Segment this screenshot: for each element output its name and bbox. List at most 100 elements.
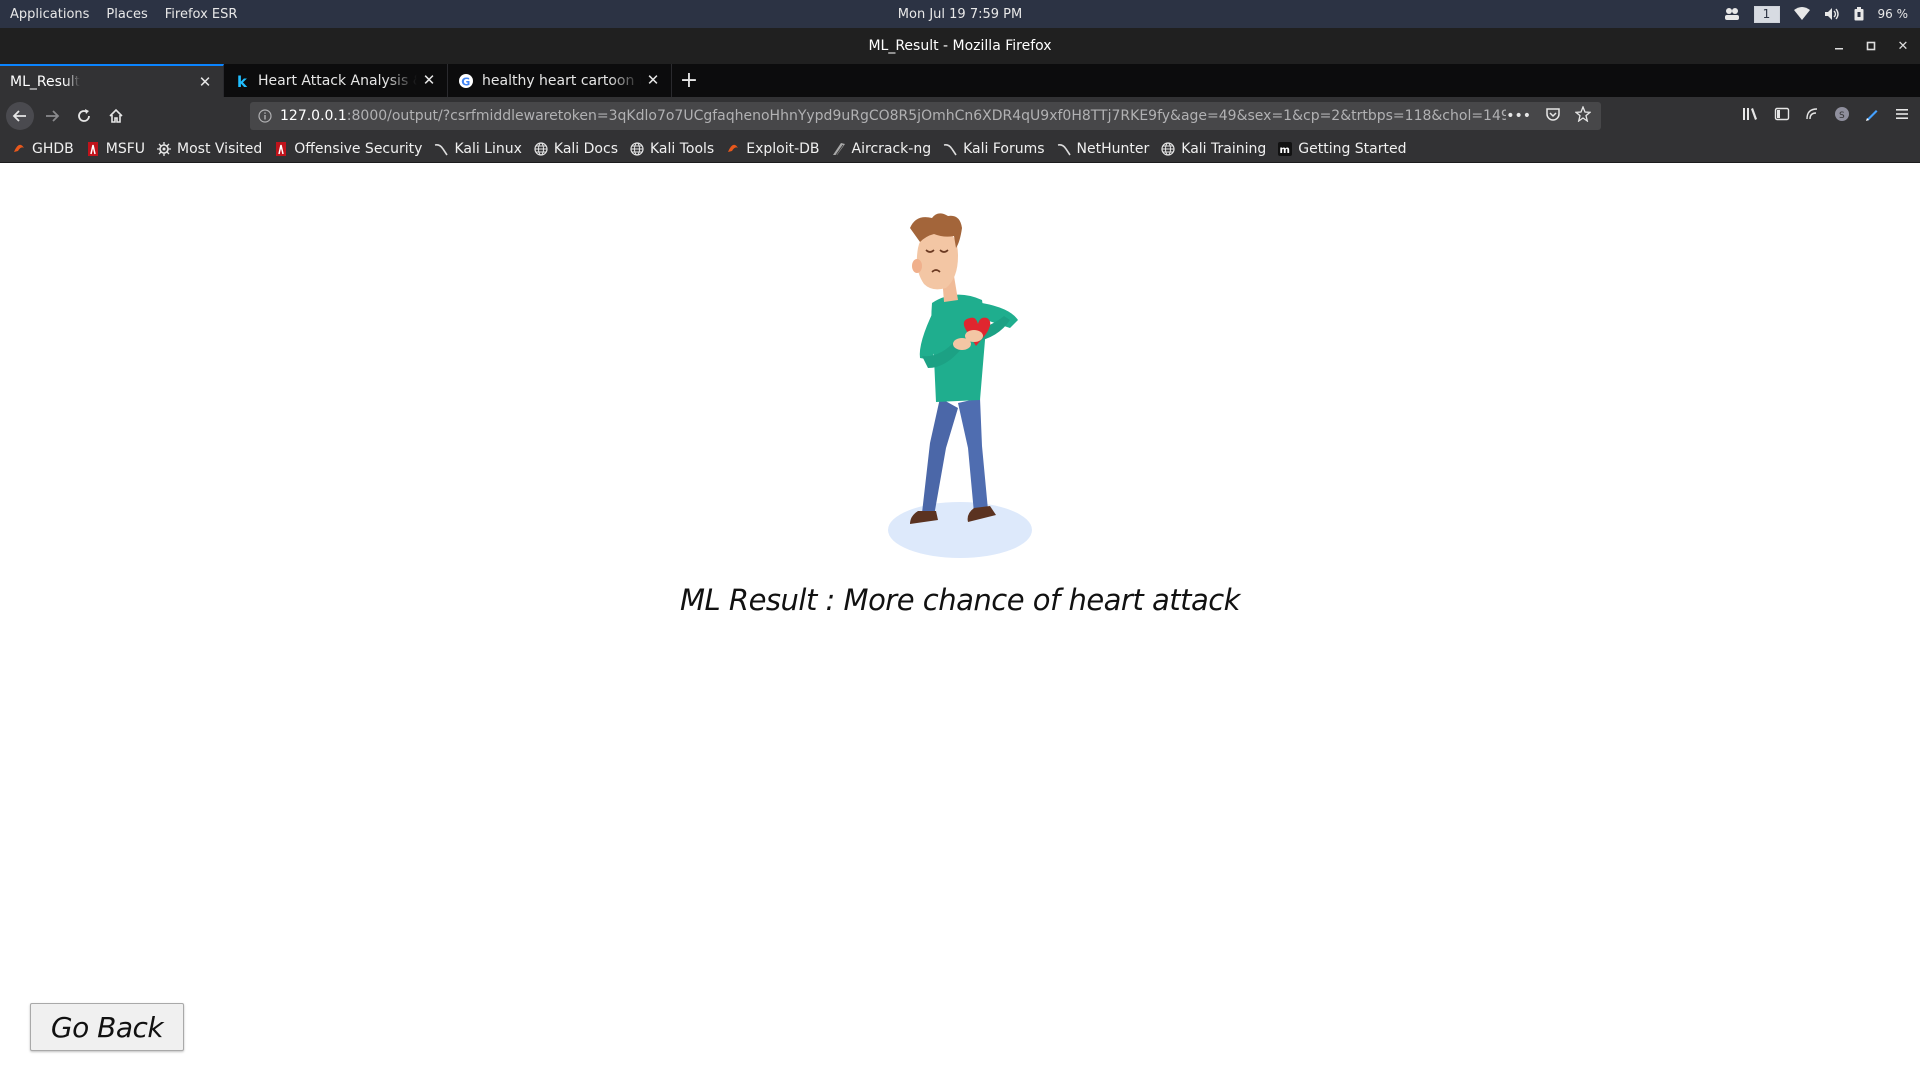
bookmark-label: GHDB <box>32 140 74 157</box>
bookmark-exploit-db[interactable]: Exploit-DB <box>726 140 820 157</box>
bookmark-getting-started[interactable]: m Getting Started <box>1278 140 1407 157</box>
bookmark-label: Kali Forums <box>963 140 1045 157</box>
globe-icon <box>630 141 644 156</box>
tab-close-icon[interactable]: ✕ <box>645 72 661 88</box>
page-actions-icon[interactable]: ••• <box>1506 108 1531 124</box>
site-info-icon[interactable] <box>250 109 280 123</box>
sidebar-icon[interactable] <box>1774 106 1790 126</box>
reload-button[interactable] <box>70 102 98 130</box>
heart-attack-man-illustration <box>888 213 1032 558</box>
svg-text:G: G <box>461 75 470 88</box>
library-icon[interactable] <box>1742 106 1760 126</box>
tab-ml-result[interactable]: ML_Result ✕ <box>0 64 224 97</box>
clock[interactable]: Mon Jul 19 7:59 PM <box>898 7 1022 22</box>
window-title: ML_Result - Mozilla Firefox <box>868 38 1052 54</box>
bookmark-label: NetHunter <box>1076 140 1150 157</box>
home-button[interactable] <box>102 102 130 130</box>
close-window-icon[interactable]: ✕ <box>1894 37 1912 55</box>
go-back-button[interactable]: Go Back <box>30 1003 184 1051</box>
svg-text:k: k <box>237 73 248 89</box>
bookmark-ghdb[interactable]: GHDB <box>12 141 74 157</box>
offsec-icon <box>87 141 98 156</box>
pocket-icon[interactable] <box>1545 107 1561 126</box>
bookmark-msfu[interactable]: MSFU <box>86 141 145 157</box>
back-button[interactable] <box>6 102 34 130</box>
window-title-bar: ML_Result - Mozilla Firefox ✕ <box>0 28 1920 64</box>
hamburger-menu-icon[interactable] <box>1894 106 1910 126</box>
bookmark-label: Kali Docs <box>553 140 618 157</box>
exploit-db-icon <box>728 144 739 152</box>
toolbar-right: S <box>1742 97 1910 135</box>
volume-icon[interactable] <box>1824 7 1840 21</box>
bookmark-most-visited[interactable]: Most Visited <box>157 141 262 157</box>
kali-dragon-icon <box>1057 143 1071 155</box>
url-actions: ••• <box>1506 105 1601 126</box>
tab-title: ML_Result <box>10 73 81 90</box>
bookmark-aircrack-ng[interactable]: Aircrack-ng <box>832 140 932 157</box>
bookmark-label: Kali Tools <box>650 140 715 157</box>
bookmark-label: Getting Started <box>1298 140 1407 157</box>
tab-strip: ML_Result ✕ k Heart Attack Analysis & P … <box>0 64 1920 97</box>
plus-icon: + <box>679 68 699 93</box>
workspace-indicator[interactable]: 1 <box>1753 5 1780 23</box>
system-menus: Applications Places Firefox ESR <box>0 7 254 22</box>
svg-text:m: m <box>1280 145 1290 156</box>
extension-icon[interactable] <box>1804 106 1820 126</box>
tab-close-icon[interactable]: ✕ <box>421 72 437 88</box>
tab-title: healthy heart cartoon ima <box>482 72 641 89</box>
globe-icon <box>1161 141 1175 156</box>
bookmark-label: Exploit-DB <box>746 140 820 157</box>
kaggle-icon: k <box>234 73 250 89</box>
forward-arrow-icon <box>46 110 60 122</box>
bookmark-kali-forums[interactable]: Kali Forums <box>943 140 1045 157</box>
people-icon[interactable] <box>1724 7 1740 21</box>
tab-heart-attack-analysis[interactable]: k Heart Attack Analysis & P ✕ <box>224 64 448 97</box>
pen-icon[interactable] <box>1864 106 1880 126</box>
system-top-bar: Applications Places Firefox ESR Mon Jul … <box>0 0 1920 28</box>
bookmark-label: Aircrack-ng <box>851 140 932 157</box>
bookmark-label: Kali Linux <box>454 140 522 157</box>
bookmarks-toolbar: GHDB MSFU Most Visited Offensive Securit… <box>0 135 1920 163</box>
home-icon <box>109 108 123 123</box>
url-host: 127.0.0.1 <box>280 108 347 124</box>
maximize-icon[interactable] <box>1862 37 1880 55</box>
bookmark-label: Offensive Security <box>294 140 423 157</box>
tab-close-icon[interactable]: ✕ <box>197 74 213 90</box>
back-arrow-icon <box>12 110 26 122</box>
kali-dragon-icon <box>435 143 449 155</box>
bookmark-kali-tools[interactable]: Kali Tools <box>630 141 714 157</box>
bookmark-kali-docs[interactable]: Kali Docs <box>534 141 618 157</box>
places-menu[interactable]: Places <box>106 7 147 22</box>
tab-healthy-heart-cartoon[interactable]: G healthy heart cartoon ima ✕ <box>448 64 672 97</box>
url-path: :8000/output/?csrfmiddlewaretoken=3qKdlo… <box>346 108 1507 124</box>
minimize-icon[interactable] <box>1830 37 1848 55</box>
m-icon: m <box>1278 141 1293 156</box>
applications-menu[interactable]: Applications <box>10 7 89 22</box>
aircrack-icon <box>832 142 845 155</box>
bookmark-label: Most Visited <box>177 140 263 157</box>
wifi-icon[interactable] <box>1793 7 1810 21</box>
kali-dragon-icon <box>943 143 957 155</box>
battery-icon[interactable] <box>1854 7 1864 21</box>
page-content: ML Result : More chance of heart attack … <box>0 163 1920 1080</box>
navigation-toolbar: 127.0.0.1:8000/output/?csrfmiddlewaretok… <box>0 97 1920 135</box>
gear-icon <box>157 141 172 156</box>
account-icon[interactable]: S <box>1834 106 1850 126</box>
firefox-esr-menu[interactable]: Firefox ESR <box>165 7 238 22</box>
address-bar[interactable]: 127.0.0.1:8000/output/?csrfmiddlewaretok… <box>250 102 1601 130</box>
google-icon: G <box>458 73 474 89</box>
exploit-db-icon <box>14 144 24 152</box>
bookmark-star-icon[interactable] <box>1574 105 1592 126</box>
bookmark-kali-linux[interactable]: Kali Linux <box>434 140 522 157</box>
battery-percent: 96 % <box>1877 7 1909 21</box>
bookmark-label: Kali Training <box>1181 140 1267 157</box>
bookmark-kali-training[interactable]: Kali Training <box>1161 141 1266 157</box>
forward-button[interactable] <box>38 102 66 130</box>
globe-icon <box>534 141 548 156</box>
svg-text:S: S <box>1839 111 1845 121</box>
bookmark-offensive-security[interactable]: Offensive Security <box>274 141 422 157</box>
new-tab-button[interactable]: + <box>672 64 706 97</box>
url-text[interactable]: 127.0.0.1:8000/output/?csrfmiddlewaretok… <box>280 108 1506 124</box>
tab-title: Heart Attack Analysis & P <box>258 72 417 89</box>
bookmark-nethunter[interactable]: NetHunter <box>1057 140 1150 157</box>
